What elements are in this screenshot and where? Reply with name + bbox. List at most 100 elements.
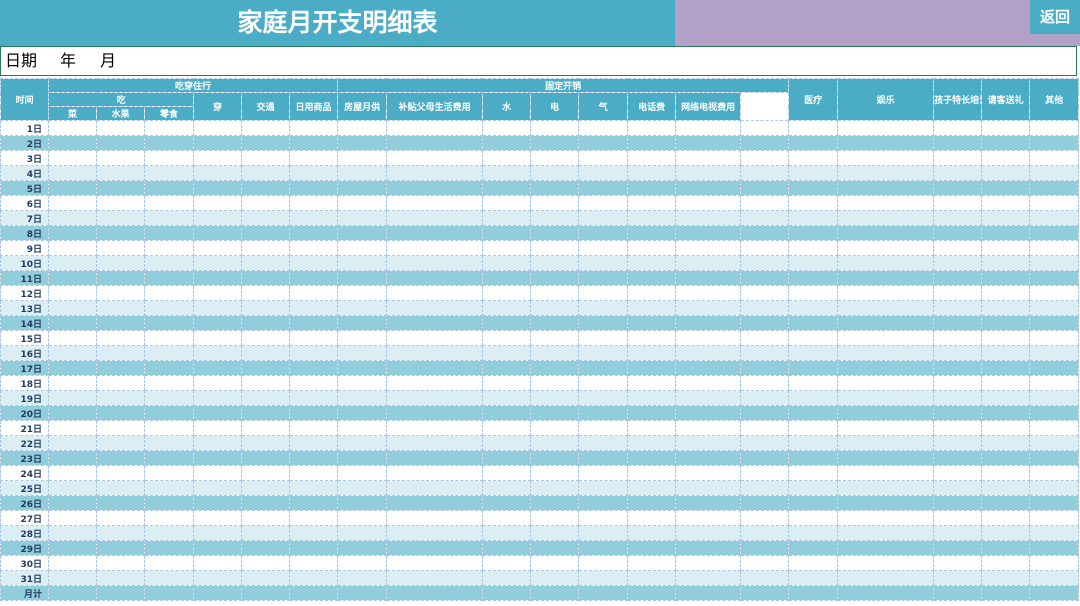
expense-cell[interactable] [933,225,983,241]
expense-cell[interactable] [627,360,677,376]
expense-cell[interactable] [144,180,194,196]
expense-cell[interactable] [48,255,97,271]
expense-cell[interactable] [144,165,194,181]
expense-cell[interactable] [96,255,145,271]
expense-cell[interactable] [837,210,935,226]
expense-cell[interactable] [144,465,194,481]
expense-cell[interactable] [627,285,677,301]
expense-cell[interactable] [1029,285,1080,301]
expense-cell[interactable] [578,345,629,361]
expense-cell[interactable] [241,180,290,196]
expense-cell[interactable] [482,570,532,586]
expense-cell[interactable] [578,135,629,151]
expense-cell[interactable] [981,210,1031,226]
expense-cell[interactable] [675,570,742,586]
expense-cell[interactable] [627,480,677,496]
expense-cell[interactable] [193,390,242,406]
expense-cell[interactable] [386,525,484,541]
expense-cell[interactable] [981,180,1031,196]
expense-cell[interactable] [627,195,677,211]
expense-cell[interactable] [788,420,839,436]
expense-cell[interactable] [144,495,194,511]
expense-cell[interactable] [288,315,339,331]
expense-cell[interactable] [627,330,677,346]
expense-cell[interactable] [675,465,742,481]
expense-cell[interactable] [933,270,983,286]
expense-cell[interactable] [193,510,242,526]
expense-cell[interactable] [788,180,839,196]
expense-cell[interactable] [627,255,677,271]
expense-cell[interactable] [675,405,742,421]
expense-cell[interactable] [241,240,290,256]
expense-cell[interactable] [482,465,532,481]
expense-cell[interactable] [981,495,1031,511]
expense-cell[interactable] [193,405,242,421]
total-cell[interactable] [530,585,580,601]
expense-cell[interactable] [482,330,532,346]
expense-cell[interactable] [337,510,388,526]
expense-cell[interactable] [386,510,484,526]
expense-cell[interactable] [740,540,790,556]
expense-cell[interactable] [144,300,194,316]
expense-cell[interactable] [530,540,580,556]
expense-cell[interactable] [482,195,532,211]
expense-cell[interactable] [530,300,580,316]
expense-cell[interactable] [578,300,629,316]
expense-cell[interactable] [1029,180,1080,196]
expense-cell[interactable] [981,510,1031,526]
expense-cell[interactable] [144,540,194,556]
expense-cell[interactable] [1029,525,1080,541]
expense-cell[interactable] [48,435,97,451]
expense-cell[interactable] [675,225,742,241]
expense-cell[interactable] [530,345,580,361]
expense-cell[interactable] [788,390,839,406]
expense-cell[interactable] [837,405,935,421]
expense-cell[interactable] [933,390,983,406]
expense-cell[interactable] [981,480,1031,496]
expense-cell[interactable] [288,525,339,541]
expense-cell[interactable] [627,210,677,226]
expense-cell[interactable] [482,510,532,526]
expense-cell[interactable] [740,420,790,436]
expense-cell[interactable] [193,165,242,181]
expense-cell[interactable] [386,360,484,376]
expense-cell[interactable] [144,420,194,436]
expense-cell[interactable] [578,195,629,211]
expense-cell[interactable] [740,450,790,466]
expense-cell[interactable] [627,270,677,286]
expense-cell[interactable] [96,240,145,256]
expense-cell[interactable] [482,555,532,571]
expense-cell[interactable] [578,270,629,286]
expense-cell[interactable] [627,240,677,256]
expense-cell[interactable] [144,195,194,211]
expense-cell[interactable] [48,195,97,211]
expense-cell[interactable] [627,225,677,241]
expense-cell[interactable] [482,120,532,136]
expense-cell[interactable] [288,495,339,511]
expense-cell[interactable] [675,555,742,571]
expense-cell[interactable] [288,255,339,271]
expense-cell[interactable] [386,555,484,571]
expense-cell[interactable] [288,135,339,151]
expense-cell[interactable] [288,510,339,526]
expense-cell[interactable] [1029,495,1080,511]
expense-cell[interactable] [337,165,388,181]
expense-cell[interactable] [981,240,1031,256]
expense-cell[interactable] [837,570,935,586]
expense-cell[interactable] [96,465,145,481]
expense-cell[interactable] [1029,210,1080,226]
expense-cell[interactable] [482,285,532,301]
expense-cell[interactable] [788,315,839,331]
expense-cell[interactable] [675,510,742,526]
expense-cell[interactable] [288,390,339,406]
expense-cell[interactable] [933,375,983,391]
expense-cell[interactable] [933,465,983,481]
expense-cell[interactable] [482,345,532,361]
expense-cell[interactable] [530,165,580,181]
expense-cell[interactable] [386,570,484,586]
expense-cell[interactable] [837,525,935,541]
total-cell[interactable] [1029,585,1080,601]
expense-cell[interactable] [627,450,677,466]
expense-cell[interactable] [193,120,242,136]
expense-cell[interactable] [386,135,484,151]
